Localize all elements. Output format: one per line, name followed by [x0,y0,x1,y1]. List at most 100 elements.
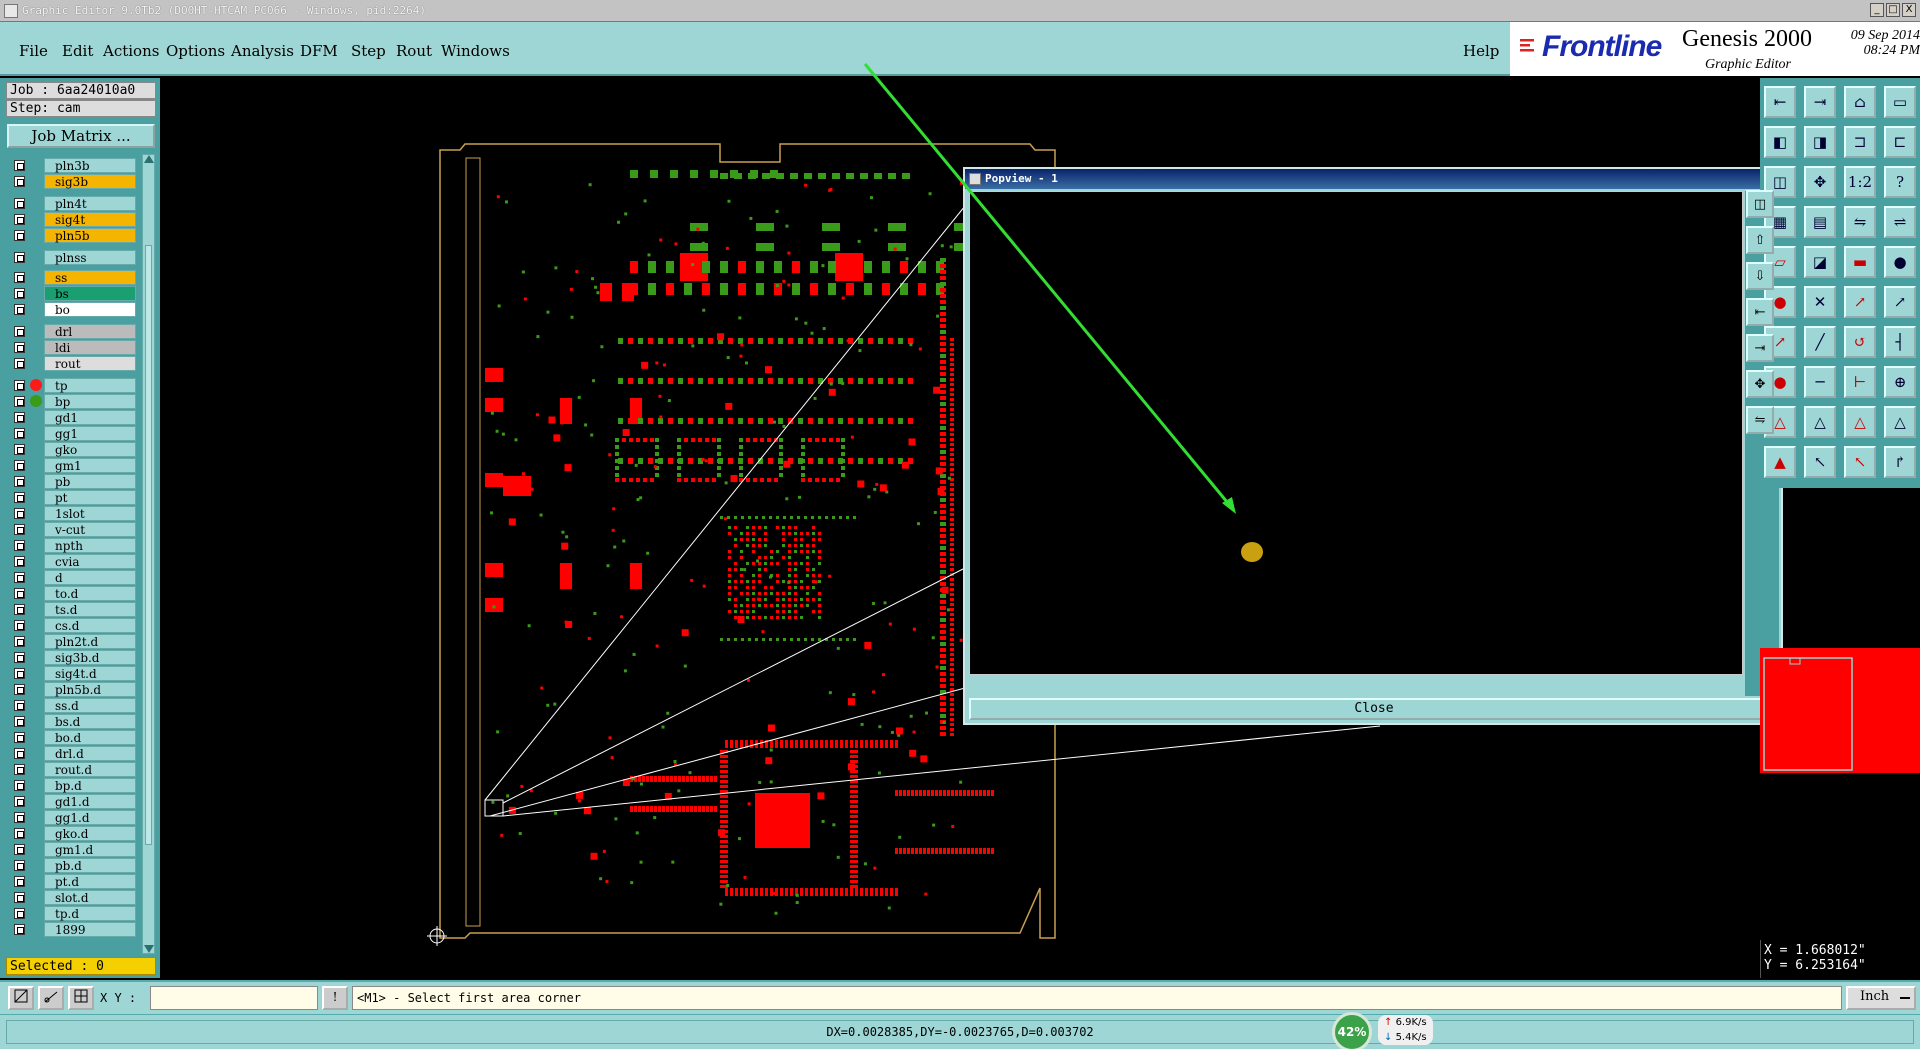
layer-row[interactable]: drl [10,324,136,339]
tool-button[interactable]: ● [1884,246,1916,278]
layer-name[interactable]: gm1.d [44,842,136,857]
layer-checkbox[interactable] [14,652,25,663]
layer-row[interactable]: gm1.d [10,842,136,857]
layer-row[interactable]: bs.d [10,714,136,729]
tool-button[interactable]: ▭ [1884,86,1916,118]
layer-checkbox[interactable] [14,572,25,583]
layer-checkbox[interactable] [14,732,25,743]
layer-row[interactable]: ss [10,270,136,285]
layer-checkbox[interactable] [14,380,25,391]
layer-name[interactable]: tp [44,378,136,393]
layer-name[interactable]: bo [44,302,136,317]
layer-row[interactable]: gko [10,442,136,457]
tool-button[interactable]: ┤ [1884,326,1916,358]
tool-button[interactable]: 1:2 [1844,166,1876,198]
layer-checkbox[interactable] [14,588,25,599]
layer-name[interactable]: slot.d [44,890,136,905]
layer-checkbox[interactable] [14,160,25,171]
menu-rout[interactable]: Rout [396,42,432,60]
layer-checkbox[interactable] [14,508,25,519]
layer-name[interactable]: bp.d [44,778,136,793]
layer-checkbox[interactable] [14,198,25,209]
layer-name[interactable]: pln5b [44,228,136,243]
layer-row[interactable]: ldi [10,340,136,355]
menu-file[interactable]: File [19,42,48,60]
layer-row[interactable]: pb [10,474,136,489]
layer-name[interactable]: gko.d [44,826,136,841]
layer-name[interactable]: npth [44,538,136,553]
layer-row[interactable]: npth [10,538,136,553]
tool-button[interactable]: △ [1804,406,1836,438]
popview-titlebar[interactable]: Popview - 1 X [965,169,1781,189]
menu-windows[interactable]: Windows [441,42,510,60]
layer-checkbox[interactable] [14,844,25,855]
layer-checkbox[interactable] [14,668,25,679]
layer-row[interactable]: sig3b.d [10,650,136,665]
tool-button[interactable]: △ [1884,406,1916,438]
popview-tool-button[interactable]: ✥ [1746,370,1774,398]
layer-checkbox[interactable] [14,604,25,615]
layer-checkbox[interactable] [14,924,25,935]
layer-name[interactable]: gg1.d [44,810,136,825]
layer-row[interactable]: bo [10,302,136,317]
layer-checkbox[interactable] [14,908,25,919]
units-selector[interactable]: Inch [1846,986,1916,1010]
tool-button[interactable]: ⇌ [1884,206,1916,238]
layer-row[interactable]: pln5b [10,228,136,243]
layer-checkbox[interactable] [14,796,25,807]
layer-row[interactable]: gm1 [10,458,136,473]
tool-button[interactable]: ↺ [1844,326,1876,358]
layer-row[interactable]: v-cut [10,522,136,537]
layer-row[interactable]: bs [10,286,136,301]
layer-name[interactable]: pb [44,474,136,489]
window-titlebar[interactable]: Graphic Editor 9.0Tb2 (DO0HT-HTCAM-PC066… [0,0,1920,22]
menu-options[interactable]: Options [166,42,225,60]
layer-row[interactable]: drl.d [10,746,136,761]
layer-checkbox[interactable] [14,252,25,263]
layer-name[interactable]: pt [44,490,136,505]
layer-checkbox[interactable] [14,636,25,647]
tool-button[interactable]: ✕ [1804,286,1836,318]
layer-name[interactable]: gd1 [44,410,136,425]
layer-checkbox[interactable] [14,780,25,791]
layer-checkbox[interactable] [14,412,25,423]
layer-checkbox[interactable] [14,176,25,187]
overview-minimap[interactable] [1760,648,1920,773]
layer-row[interactable]: ss.d [10,698,136,713]
tool-button[interactable]: ▬ [1844,246,1876,278]
layer-row[interactable]: pln4t [10,196,136,211]
popview-window[interactable]: Popview - 1 X Close [963,167,1783,725]
popview-tool-button[interactable]: ⇧ [1746,226,1774,254]
tool-button[interactable]: ▤ [1804,206,1836,238]
tool-button[interactable]: ⇥ [1804,86,1836,118]
tool-button[interactable]: ◪ [1804,246,1836,278]
layer-checkbox[interactable] [14,230,25,241]
popview-tool-button[interactable]: ◫ [1746,190,1774,218]
scroll-down-arrow-icon[interactable] [144,945,154,953]
layer-name[interactable]: pln4t [44,196,136,211]
layer-name[interactable]: drl [44,324,136,339]
layer-checkbox[interactable] [14,214,25,225]
layer-checkbox[interactable] [14,444,25,455]
close-window-button[interactable]: X [1902,3,1916,17]
grid-tool-button[interactable] [68,986,94,1010]
tool-button[interactable]: ◨ [1804,126,1836,158]
layer-name[interactable]: gd1.d [44,794,136,809]
layer-name[interactable]: bs.d [44,714,136,729]
layer-row[interactable]: slot.d [10,890,136,905]
layer-name[interactable]: cvia [44,554,136,569]
menu-actions[interactable]: Actions [103,42,159,60]
layer-row[interactable]: cvia [10,554,136,569]
tool-button[interactable]: ↗ [1844,286,1876,318]
tool-button[interactable]: ⊐ [1844,126,1876,158]
tool-button[interactable]: △ [1844,406,1876,438]
layer-name[interactable]: sig3b.d [44,650,136,665]
tool-button[interactable]: ⊕ [1884,366,1916,398]
layer-checkbox[interactable] [14,326,25,337]
tool-button[interactable]: ◧ [1764,126,1796,158]
layer-row[interactable]: gd1.d [10,794,136,809]
job-matrix-button[interactable]: Job Matrix ... [7,124,155,148]
layer-checkbox[interactable] [14,892,25,903]
layer-row[interactable]: bp [10,394,136,409]
tool-button[interactable]: ✥ [1804,166,1836,198]
